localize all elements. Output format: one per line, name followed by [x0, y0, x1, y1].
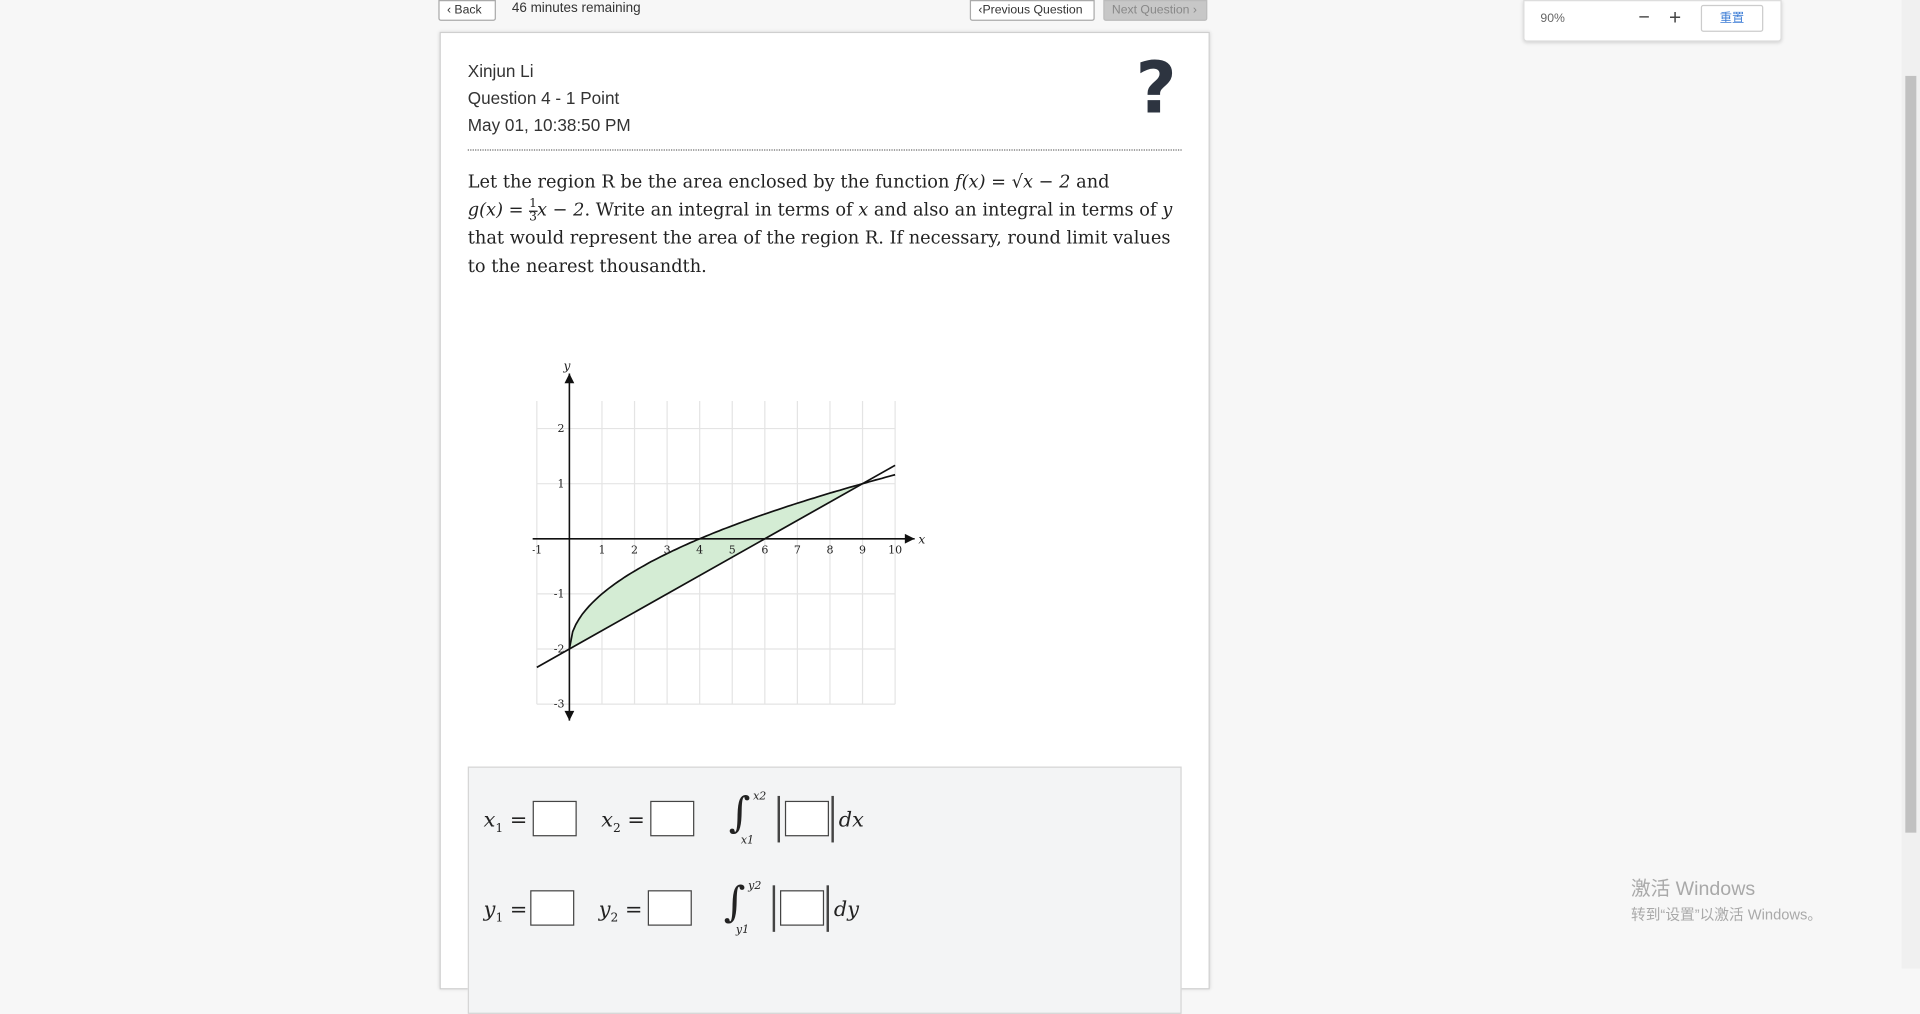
- x-tick-label: 4: [696, 543, 703, 556]
- question-meta: Xinjun Li Question 4 - 1 Point May 01, 1…: [468, 58, 631, 139]
- back-button[interactable]: ‹ Back: [438, 0, 496, 21]
- answer-area: x1 = x2 = ∫ x2 x1 dx y1 = y2 = ∫ y2 y1 d…: [467, 766, 1182, 1014]
- y-tick-label: 1: [557, 477, 564, 490]
- y-tick-label: -1: [554, 588, 565, 601]
- y-integrand-bracket: [772, 885, 829, 932]
- help-icon[interactable]: ?: [1136, 53, 1177, 124]
- x-tick-label: 3: [664, 543, 671, 556]
- x-tick-label: -1: [533, 543, 543, 556]
- x-tick-label: 5: [729, 543, 736, 556]
- time-remaining: 46 minutes remaining: [511, 1, 641, 16]
- function-f: f(x) = √x − 2: [955, 172, 1071, 193]
- x-tick-label: 9: [859, 543, 866, 556]
- y-axis-label: y: [562, 359, 571, 373]
- y-arrow-up: [564, 373, 575, 384]
- y1-label: y: [483, 897, 496, 923]
- y2-label: y: [598, 897, 611, 923]
- chevron-right-icon: ›: [1189, 3, 1197, 18]
- dy-label: dy: [833, 897, 859, 923]
- x1-input[interactable]: [532, 800, 577, 837]
- x-tick-label: 10: [888, 543, 902, 556]
- divider: [467, 149, 1182, 151]
- integral-sign-icon: ∫: [723, 877, 746, 927]
- integral-sign-icon: ∫: [728, 788, 751, 838]
- zoom-out-button[interactable]: −: [1638, 7, 1649, 29]
- y-integrand-input[interactable]: [780, 890, 825, 926]
- next-question-button[interactable]: Next Question ›: [1103, 0, 1208, 21]
- student-name: Xinjun Li: [467, 61, 534, 81]
- x-tick-label: 1: [598, 543, 605, 556]
- x-integrand-bracket: [777, 795, 834, 843]
- question-card: Xinjun Li Question 4 - 1 Point May 01, 1…: [439, 31, 1210, 1014]
- x-axis-label: x: [918, 533, 925, 547]
- x2-input[interactable]: [650, 800, 695, 837]
- question-number: Question 4 - 1 Point: [467, 88, 620, 108]
- top-bar: ‹ Back 46 minutes remaining ‹Previous Qu…: [438, 0, 1208, 24]
- x-tick-label: 6: [761, 543, 768, 556]
- previous-question-button[interactable]: ‹Previous Question: [969, 0, 1095, 21]
- page-scrollbar[interactable]: [1901, 0, 1920, 969]
- x1-label: x: [483, 808, 496, 833]
- zoom-in-button[interactable]: +: [1669, 6, 1681, 30]
- x-tick-label: 8: [826, 543, 833, 556]
- windows-activation-watermark: 激活 Windows 转到“设置”以激活 Windows。: [1631, 879, 1823, 924]
- region-graph: -1 1 2 3 4 5 6 7 8 9 10 2 1 -1 -2 -3 x y: [532, 359, 925, 721]
- y-tick-label: 2: [557, 422, 564, 435]
- zoom-reset-button[interactable]: 重置: [1700, 4, 1764, 32]
- question-prompt: Let the region R be the area enclosed by…: [467, 172, 1173, 277]
- question-timestamp: May 01, 10:38:50 PM: [467, 115, 631, 135]
- zoom-control: 90% − + 重置: [1523, 0, 1782, 42]
- x-integrand-input[interactable]: [784, 800, 829, 837]
- zoom-level: 90%: [1540, 12, 1565, 26]
- scrollbar-thumb[interactable]: [1905, 75, 1917, 833]
- x2-label: x: [601, 808, 613, 833]
- x-tick-label: 2: [631, 543, 638, 556]
- line-g: [536, 464, 896, 669]
- x-tick-label: 7: [794, 543, 801, 556]
- x-arrow-right: [904, 533, 915, 544]
- y2-input[interactable]: [647, 890, 692, 926]
- y-tick-label: -3: [554, 698, 565, 711]
- fraction-one-third: 13: [529, 196, 537, 224]
- y1-input[interactable]: [530, 890, 575, 926]
- y-arrow-down: [564, 710, 575, 721]
- y-tick-label: -2: [554, 643, 565, 656]
- dx-label: dx: [838, 808, 864, 833]
